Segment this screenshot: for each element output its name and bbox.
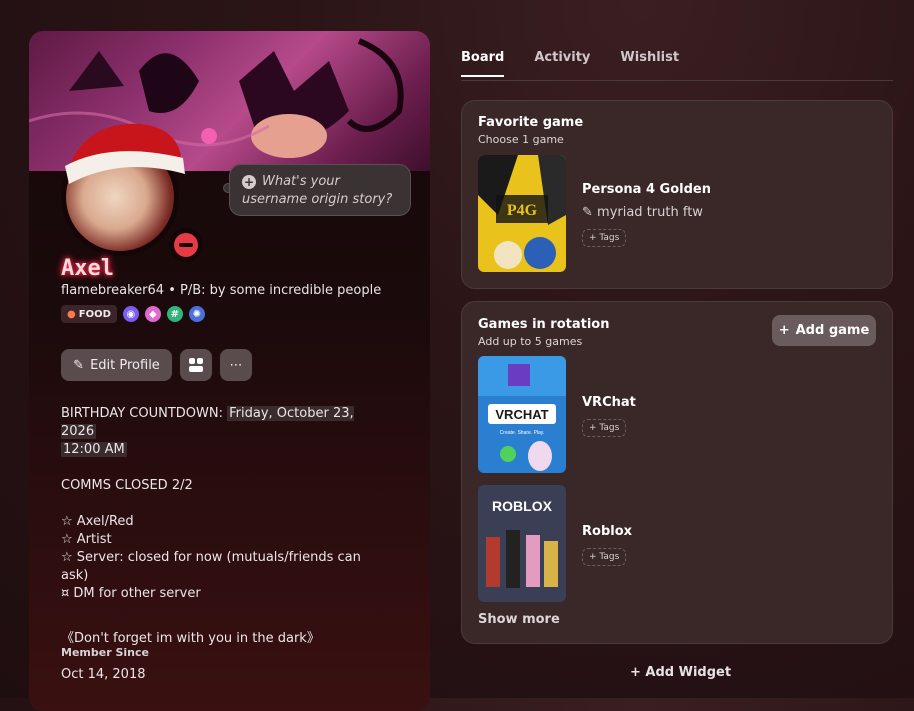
- nitro-badge-icon[interactable]: ◉: [122, 306, 139, 322]
- more-options-button[interactable]: ⋯: [220, 349, 252, 381]
- dnd-status-icon: [169, 228, 203, 262]
- prompt-text: What's your username origin story?: [242, 174, 393, 207]
- favorite-game-widget: Favorite game Choose 1 game P4G Persona …: [461, 100, 893, 289]
- widget-subtitle: Choose 1 game: [478, 133, 564, 146]
- bio-item: ☆ Axel/Red: [61, 514, 134, 529]
- plus-icon: +: [630, 665, 646, 680]
- server-tag-food[interactable]: ● FOOD: [61, 305, 117, 323]
- username-prompt-bubble[interactable]: + What's your username origin story?: [229, 164, 411, 216]
- tabs-divider: [461, 80, 893, 81]
- friends-button[interactable]: [180, 349, 212, 381]
- widget-subtitle: Add up to 5 games: [478, 335, 583, 348]
- tab-wishlist[interactable]: Wishlist: [620, 50, 679, 77]
- avatar[interactable]: [57, 123, 203, 262]
- note-text: myriad truth ftw: [597, 205, 703, 220]
- profile-card: + What's your username origin story? Axel…: [29, 31, 430, 711]
- tab-activity[interactable]: Activity: [534, 50, 590, 77]
- add-widget-label: Add Widget: [645, 665, 732, 680]
- boost-badge-icon[interactable]: ◆: [144, 306, 161, 322]
- separator-dot: •: [168, 283, 180, 298]
- widget-title: Favorite game: [478, 115, 584, 130]
- edit-profile-label: Edit Profile: [90, 357, 160, 373]
- bio-item: ¤ DM for other server: [61, 586, 201, 601]
- comms-status: COMMS CLOSED 2/2: [61, 478, 193, 493]
- vrchat-cover[interactable]: VRCHAT Create. Share. Play.: [478, 356, 566, 473]
- plus-icon: +: [778, 323, 790, 338]
- add-game-button[interactable]: + Add game: [772, 315, 876, 346]
- bio-item: ☆ Server: closed for now (mutuals/friend…: [61, 550, 361, 583]
- hashtag-badge-icon[interactable]: #: [166, 306, 183, 322]
- birthday-time: 12:00 AM: [61, 442, 127, 457]
- vrchat-tagline-text: Create. Share. Play.: [500, 430, 545, 436]
- show-more-link[interactable]: Show more: [478, 612, 560, 627]
- bio-item: ☆ Artist: [61, 532, 112, 547]
- santa-hat-icon: [65, 123, 185, 184]
- add-game-label: Add game: [795, 323, 870, 338]
- vrchat-cover-art: VRCHAT Create. Share. Play.: [478, 356, 566, 473]
- roblox-cover-art: ROBLOX: [478, 485, 566, 602]
- bio: BIRTHDAY COUNTDOWN: Friday, October 23, …: [61, 405, 391, 648]
- rotation-game-title[interactable]: Roblox: [582, 524, 632, 539]
- persona4-cover[interactable]: P4G: [478, 155, 566, 272]
- roblox-logo-text: ROBLOX: [492, 498, 553, 514]
- profile-tabs: Board Activity Wishlist: [461, 50, 679, 77]
- member-since-date: Oct 14, 2018: [61, 667, 146, 682]
- p4g-logo-text: P4G: [507, 202, 538, 219]
- member-since-label: Member Since: [61, 646, 149, 659]
- profile-actions: ✎ Edit Profile ⋯: [61, 349, 252, 381]
- favorite-game-note[interactable]: ✎ myriad truth ftw: [582, 205, 703, 220]
- display-name: Axel: [61, 256, 114, 281]
- rotation-tags-button[interactable]: + Tags: [582, 548, 627, 566]
- tab-board[interactable]: Board: [461, 50, 504, 77]
- pencil-icon: ✎: [73, 357, 85, 373]
- favorite-game-title[interactable]: Persona 4 Golden: [582, 182, 711, 197]
- birthday-label: BIRTHDAY COUNTDOWN:: [61, 406, 228, 421]
- username: flamebreaker64: [61, 283, 165, 298]
- games-in-rotation-widget: Games in rotation Add up to 5 games + Ad…: [461, 301, 893, 644]
- server-tag-label: FOOD: [78, 308, 111, 320]
- edit-profile-button[interactable]: ✎ Edit Profile: [61, 349, 172, 381]
- widget-title: Games in rotation: [478, 317, 610, 332]
- add-widget-button[interactable]: + Add Widget: [630, 665, 731, 680]
- fire-icon: ●: [67, 308, 76, 320]
- pencil-icon: ✎: [582, 205, 598, 220]
- rotation-tags-button[interactable]: + Tags: [582, 419, 627, 437]
- friends-icon: [189, 358, 203, 372]
- persona4-cover-art: P4G: [478, 155, 566, 272]
- plus-circle-icon: +: [242, 175, 256, 189]
- vrchat-logo-text: VRCHAT: [495, 407, 548, 422]
- rotation-game-title[interactable]: VRChat: [582, 395, 636, 410]
- favorite-tags-button[interactable]: + Tags: [582, 229, 627, 247]
- quest-badge-icon[interactable]: ✺: [188, 306, 205, 322]
- roblox-cover[interactable]: ROBLOX: [478, 485, 566, 602]
- username-line: flamebreaker64 • P/B: by some incredible…: [61, 283, 381, 298]
- pronouns: P/B: by some incredible people: [180, 283, 382, 298]
- badge-row: ● FOOD ◉ ◆ # ✺: [61, 305, 205, 323]
